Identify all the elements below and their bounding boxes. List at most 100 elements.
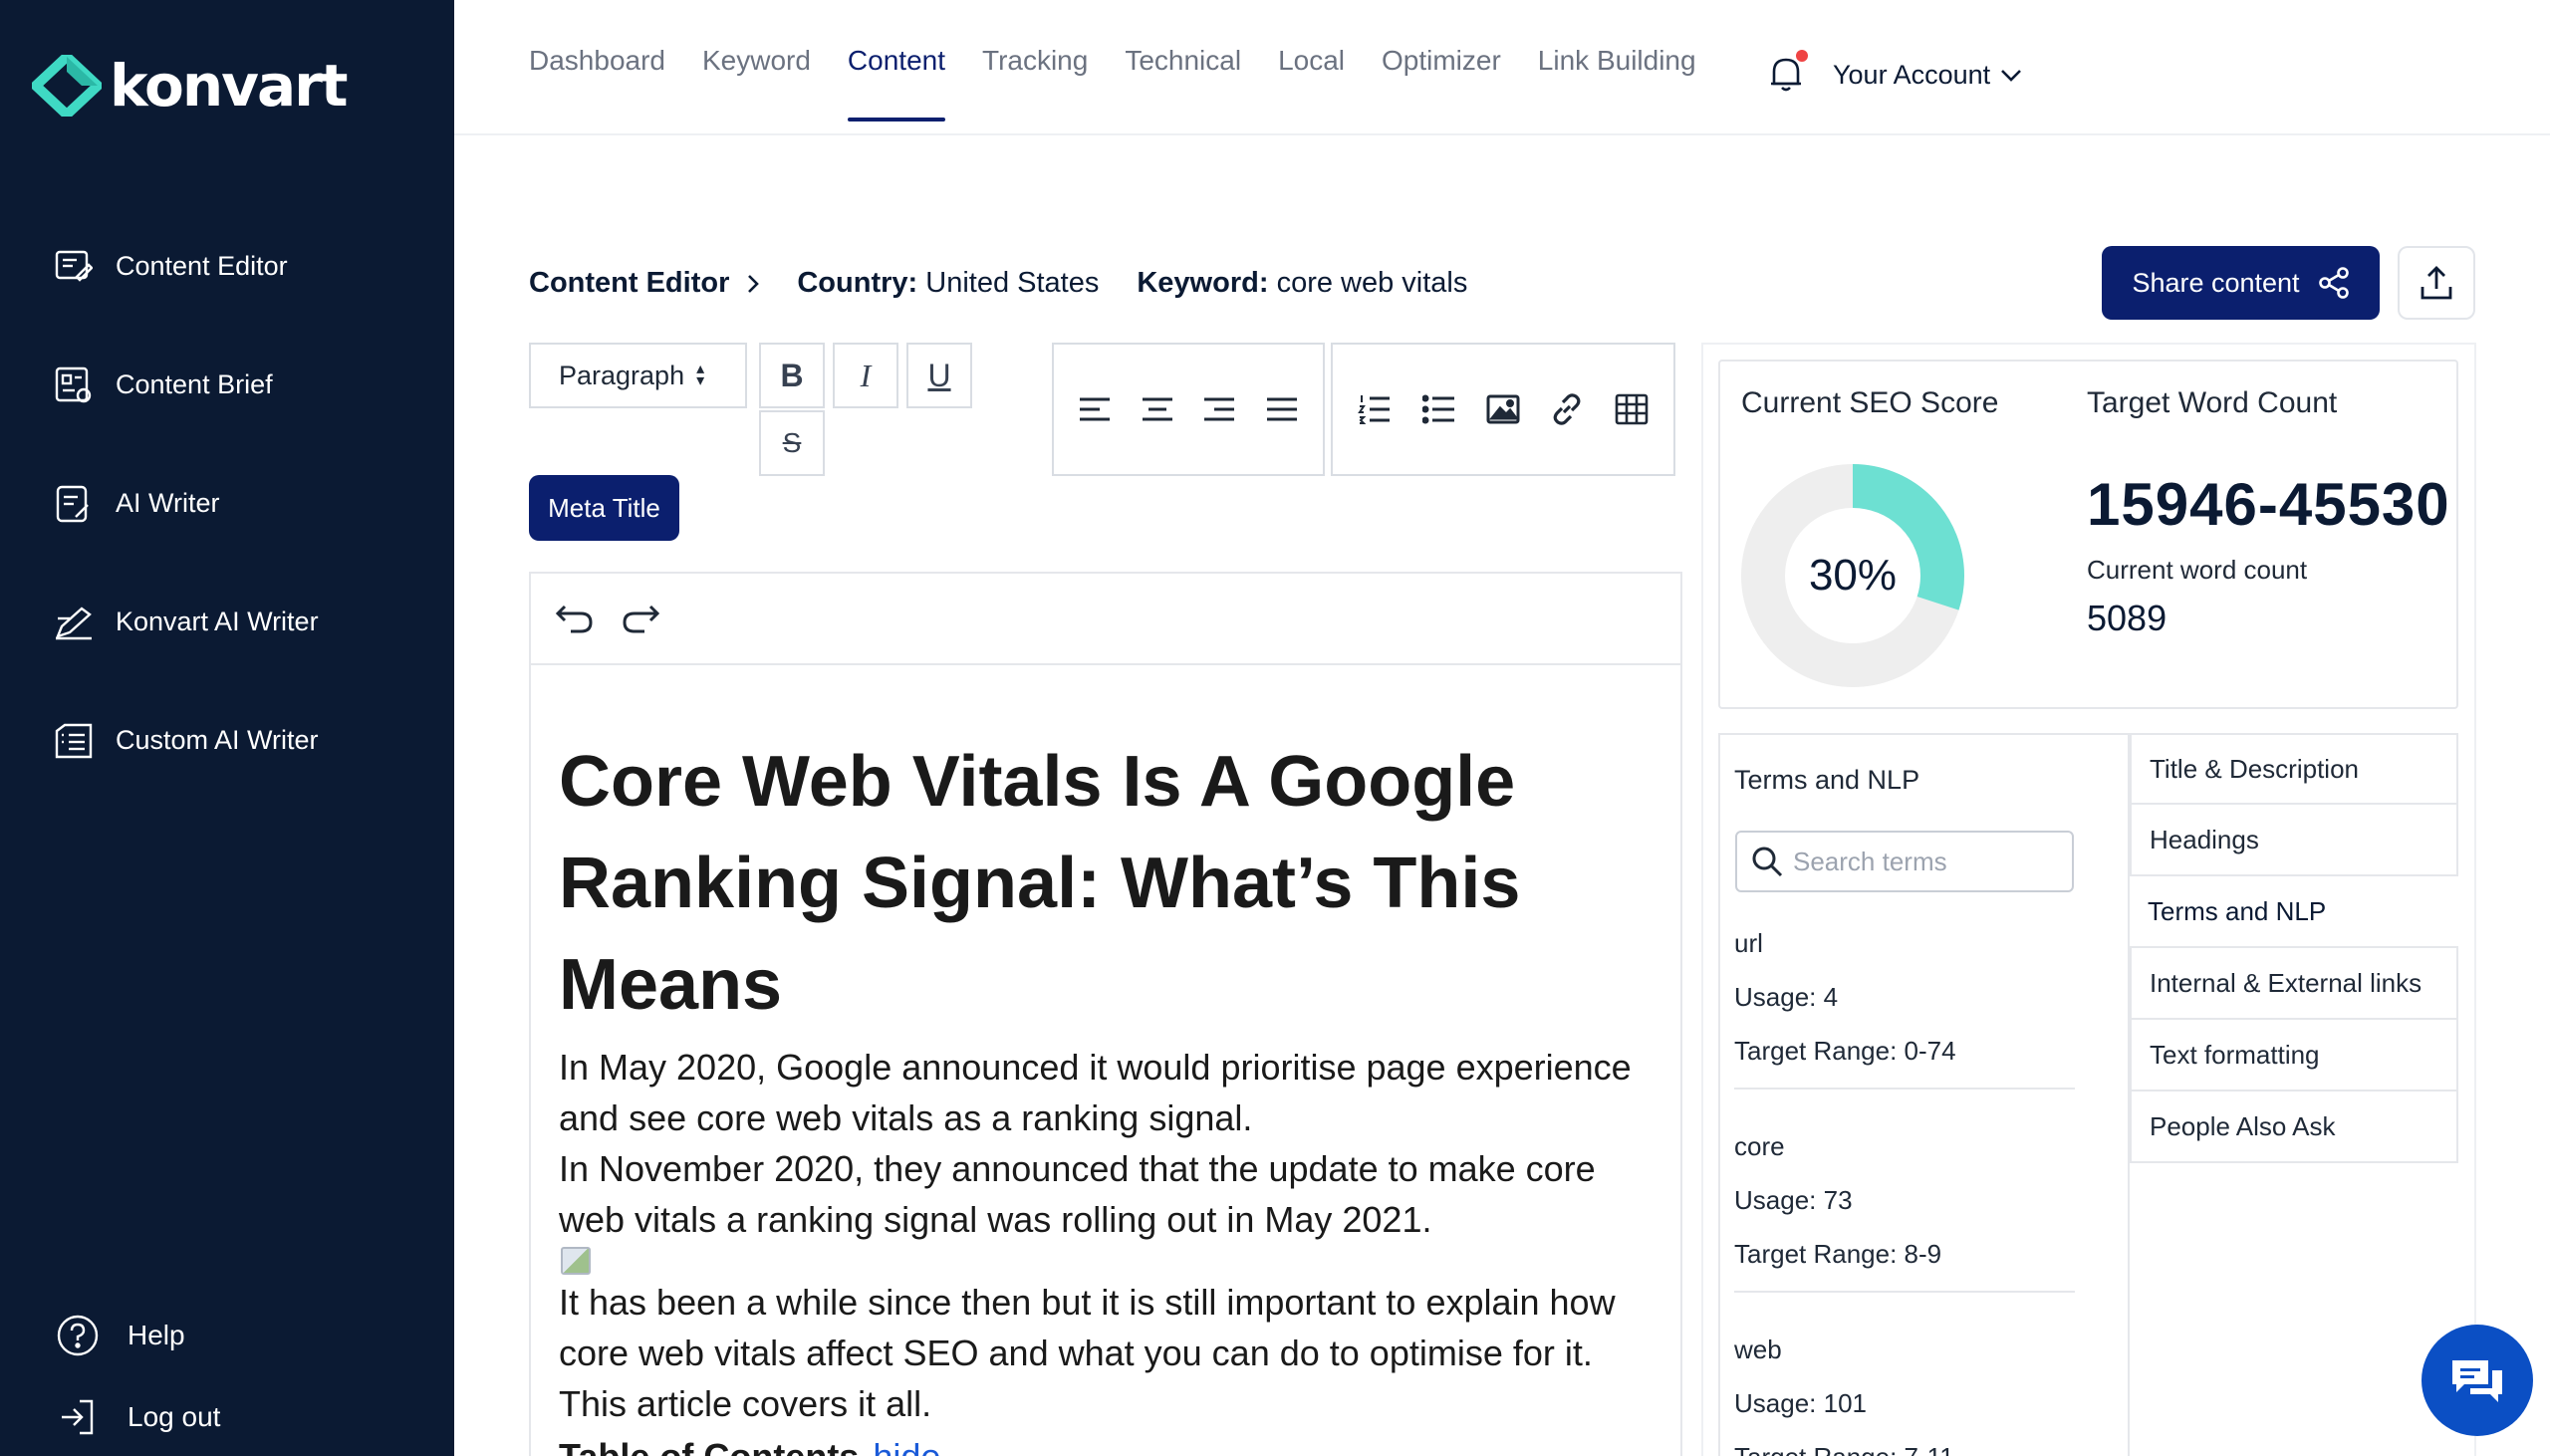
- search-terms-field[interactable]: [1735, 831, 2074, 892]
- table-of-contents: Table of Contents hide: [559, 1429, 1653, 1456]
- article-paragraph: In May 2020, Google announced it would p…: [559, 1047, 1632, 1138]
- breadcrumb: Content Editor Country: United States Ke…: [529, 267, 1467, 300]
- tab-local[interactable]: Local: [1278, 0, 1345, 135]
- keyword-value: core web vitals: [1276, 267, 1468, 299]
- undo-icon[interactable]: [553, 597, 597, 640]
- search-terms-input[interactable]: [1793, 846, 2062, 877]
- tab-title-description[interactable]: Title & Description: [2130, 733, 2458, 805]
- sidebar-item-ai-writer[interactable]: AI Writer: [0, 444, 454, 563]
- custom-writer-icon: [52, 719, 96, 763]
- italic-button[interactable]: I: [833, 343, 898, 408]
- country-value: United States: [925, 267, 1100, 299]
- redo-icon[interactable]: [619, 597, 662, 640]
- editor-history-bar: [531, 574, 1680, 665]
- term-item[interactable]: url Usage: 4 Target Range: 0-74: [1734, 916, 2075, 1090]
- strikethrough-button[interactable]: S: [759, 410, 825, 476]
- account-label: Your Account: [1833, 60, 1991, 90]
- toc-hide-link[interactable]: hide: [873, 1436, 940, 1456]
- konvart-logo-icon: [32, 55, 102, 117]
- country-label: Country:: [797, 267, 918, 299]
- link-icon[interactable]: [1545, 387, 1589, 431]
- term-range: Target Range: 0-74: [1734, 1036, 1956, 1066]
- tab-tracking[interactable]: Tracking: [982, 0, 1088, 135]
- target-word-count-label: Target Word Count: [2087, 386, 2338, 419]
- tab-content[interactable]: Content: [847, 0, 946, 135]
- term-usage: Usage: 101: [1734, 1388, 1867, 1418]
- article-heading: Core Web Vitals Is A Google Ranking Sign…: [559, 742, 1521, 1025]
- logo[interactable]: konvart: [32, 52, 348, 120]
- align-left-icon[interactable]: [1073, 387, 1117, 431]
- bold-button[interactable]: B: [759, 343, 825, 408]
- image-icon[interactable]: [1481, 387, 1525, 431]
- table-icon[interactable]: [1610, 387, 1654, 431]
- sidebar-item-help[interactable]: Help: [0, 1295, 454, 1376]
- sidebar: konvart Content Editor Content Brief AI …: [0, 0, 454, 1456]
- alignment-toolbar: [1052, 343, 1325, 476]
- align-right-icon[interactable]: [1197, 387, 1241, 431]
- chevron-right-icon: [748, 274, 760, 293]
- underline-button[interactable]: U: [906, 343, 972, 408]
- share-button-label: Share content: [2132, 267, 2300, 298]
- sidebar-item-logout[interactable]: Log out: [0, 1376, 454, 1456]
- tab-optimizer[interactable]: Optimizer: [1382, 0, 1501, 135]
- sidebar-item-content-brief[interactable]: Content Brief: [0, 326, 454, 444]
- align-center-icon[interactable]: [1136, 387, 1179, 431]
- tab-text-formatting[interactable]: Text formatting: [2130, 1020, 2458, 1092]
- sidebar-item-custom-ai-writer[interactable]: Custom AI Writer: [0, 681, 454, 800]
- sidebar-bottom: Help Log out: [0, 1295, 454, 1456]
- search-icon: [1752, 847, 1783, 877]
- tab-dashboard[interactable]: Dashboard: [529, 0, 665, 135]
- tab-keyword[interactable]: Keyword: [702, 0, 811, 135]
- sidebar-item-label: Log out: [128, 1401, 221, 1432]
- top-tabs: Dashboard Keyword Content Tracking Techn…: [529, 0, 1733, 135]
- sidebar-item-label: AI Writer: [116, 488, 220, 518]
- toc-title: Table of Contents: [559, 1436, 859, 1456]
- account-menu[interactable]: Your Account: [1833, 60, 2022, 91]
- keyword-label: Keyword:: [1137, 267, 1269, 299]
- chat-widget-button[interactable]: [2422, 1325, 2533, 1436]
- tab-internal-external-links[interactable]: Internal & External links: [2130, 948, 2458, 1020]
- sidebar-item-konvart-ai-writer[interactable]: Konvart AI Writer: [0, 563, 454, 681]
- align-justify-icon[interactable]: [1260, 387, 1304, 431]
- term-item[interactable]: core Usage: 73 Target Range: 8-9: [1734, 1119, 2075, 1293]
- editor-body[interactable]: Core Web Vitals Is A Google Ranking Sign…: [531, 665, 1680, 1456]
- tab-people-also-ask[interactable]: People Also Ask: [2130, 1092, 2458, 1163]
- tab-terms-nlp[interactable]: Terms and NLP: [2130, 876, 2458, 948]
- article-paragraph: In November 2020, they announced that th…: [559, 1148, 1596, 1240]
- tab-headings[interactable]: Headings: [2130, 805, 2458, 876]
- term-name: url: [1734, 928, 1763, 958]
- current-word-count-label: Current word count: [2087, 555, 2308, 585]
- breadcrumb-page[interactable]: Content Editor: [529, 267, 729, 300]
- sidebar-item-content-editor[interactable]: Content Editor: [0, 207, 454, 326]
- term-item[interactable]: web Usage: 101 Target Range: 7-11: [1734, 1323, 2075, 1456]
- broken-image-icon: [561, 1247, 591, 1275]
- paragraph-style-select[interactable]: Paragraph ▴ ▾: [529, 343, 747, 408]
- bullet-list-icon[interactable]: [1417, 387, 1461, 431]
- updown-arrow-icon: ▴ ▾: [696, 361, 705, 389]
- term-name: web: [1734, 1335, 1782, 1364]
- term-name: core: [1734, 1131, 1785, 1161]
- content-editor[interactable]: Core Web Vitals Is A Google Ranking Sign…: [529, 572, 1682, 1456]
- help-icon: [56, 1314, 100, 1357]
- export-button[interactable]: [2398, 246, 2475, 320]
- logout-icon: [56, 1395, 100, 1439]
- tab-technical[interactable]: Technical: [1125, 0, 1241, 135]
- article-paragraph: It has been a while since then but it is…: [559, 1282, 1616, 1373]
- insert-toolbar: [1331, 343, 1675, 476]
- target-word-range: 15946-45530: [2087, 471, 2450, 538]
- share-content-button[interactable]: Share content: [2102, 246, 2380, 320]
- term-range: Target Range: 7-11: [1734, 1430, 2075, 1456]
- meta-title-button[interactable]: Meta Title: [529, 475, 679, 541]
- sidebar-item-label: Help: [128, 1320, 185, 1350]
- sidebar-item-label: Content Brief: [116, 369, 273, 399]
- ai-writer-icon: [52, 482, 96, 526]
- term-range: Target Range: 8-9: [1734, 1239, 1942, 1269]
- sidebar-nav: Content Editor Content Brief AI Writer K…: [0, 207, 454, 800]
- paragraph-style-value: Paragraph: [559, 360, 685, 390]
- sidebar-item-label: Custom AI Writer: [116, 725, 319, 755]
- tab-link-building[interactable]: Link Building: [1538, 0, 1696, 135]
- chat-icon: [2452, 1360, 2502, 1402]
- ordered-list-icon[interactable]: [1353, 387, 1397, 431]
- terms-title: Terms and NLP: [1734, 765, 1920, 795]
- seo-score-label: Current SEO Score: [1741, 386, 1999, 419]
